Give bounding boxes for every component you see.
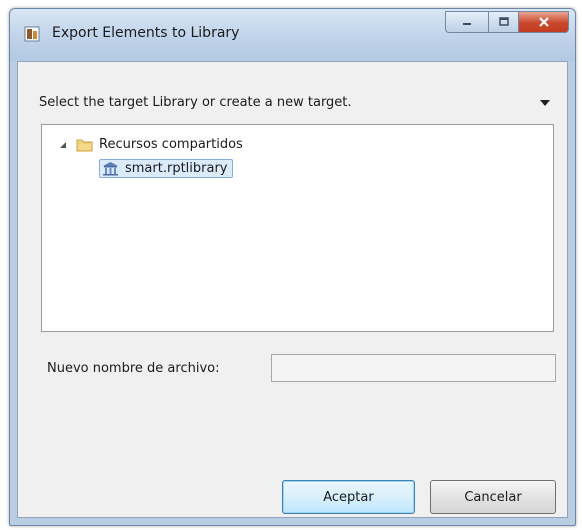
title-bar[interactable]: Export Elements to Library xyxy=(10,9,575,61)
window-title: Export Elements to Library xyxy=(52,25,240,41)
selected-node[interactable]: smart.rptlibrary xyxy=(99,159,233,178)
close-button[interactable] xyxy=(519,11,569,33)
window-controls xyxy=(445,11,569,33)
export-dialog-window: Export Elements to Library Select the ta… xyxy=(9,8,576,526)
maximize-icon xyxy=(498,17,509,26)
folder-icon xyxy=(76,139,93,152)
filename-label: Nuevo nombre de archivo: xyxy=(47,361,220,376)
export-app-icon xyxy=(24,26,40,42)
tree-item-label: smart.rptlibrary xyxy=(125,161,228,176)
dialog-body: Select the target Library or create a ne… xyxy=(17,61,568,518)
accept-button[interactable]: Aceptar xyxy=(282,480,415,514)
tree-item-smart-rptlibrary[interactable]: smart.rptlibrary xyxy=(99,159,233,178)
instruction-text: Select the target Library or create a ne… xyxy=(39,95,352,110)
minimize-button[interactable] xyxy=(445,11,489,33)
maximize-button[interactable] xyxy=(489,11,519,33)
filename-input[interactable] xyxy=(271,354,556,382)
library-icon xyxy=(103,162,118,176)
tree-item-label: Recursos compartidos xyxy=(99,137,243,152)
library-tree[interactable]: Recursos compartidos smart.rptlibrary xyxy=(41,124,554,332)
expanded-triangle-icon[interactable] xyxy=(58,140,68,150)
dropdown-arrow-icon[interactable] xyxy=(540,100,550,106)
tree-item-recursos-compartidos[interactable]: Recursos compartidos xyxy=(58,137,243,152)
minimize-icon xyxy=(463,23,471,25)
close-icon xyxy=(538,17,549,27)
cancel-button[interactable]: Cancelar xyxy=(430,480,556,514)
